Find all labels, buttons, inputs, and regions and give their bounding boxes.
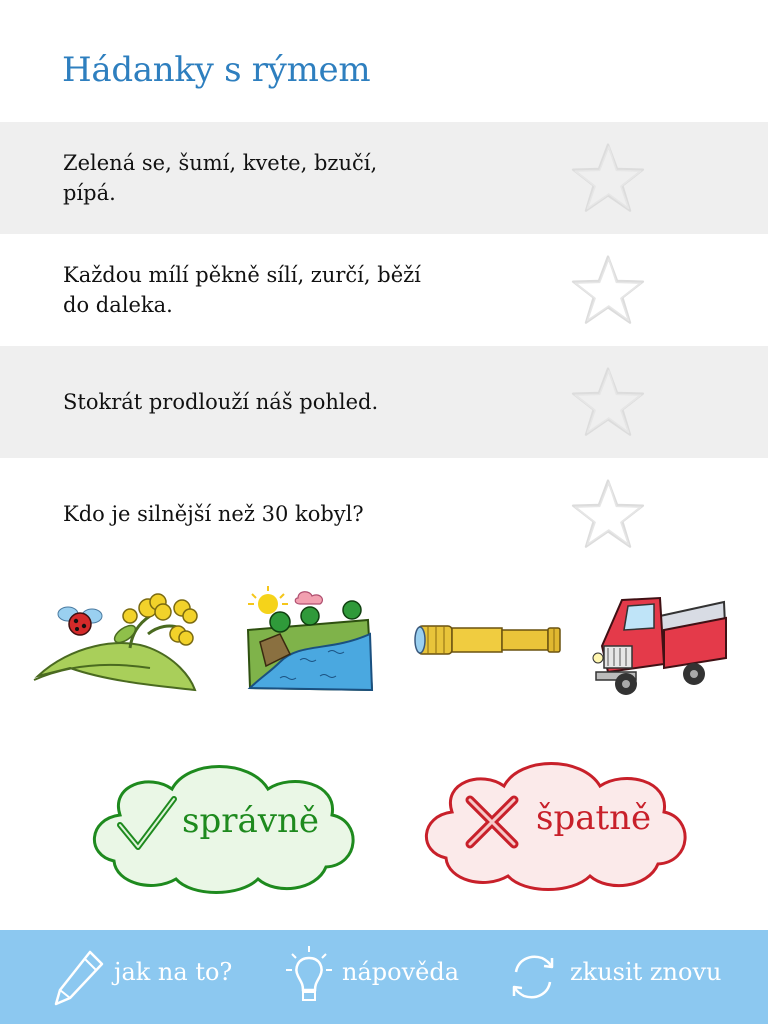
riddle-list: Zelená se, šumí, kvete, bzučí, pípá. Kaž… [0,122,768,570]
retry-label: zkusit znovu [570,958,722,986]
picture-choices [0,578,768,708]
riddle-row-3[interactable]: Stokrát prodlouží náš pohled. [0,346,768,458]
riddle-text: Stokrát prodlouží náš pohled. [63,390,379,414]
retry-button[interactable]: zkusit znovu [508,930,738,1024]
hint-label: nápověda [342,958,460,986]
checkmark-icon [117,796,177,850]
refresh-icon [512,955,554,999]
wrong-button[interactable]: špatně [412,752,694,896]
riddle-text: Kdo je silnější než 30 kobyl? [63,502,364,526]
star-icon [571,479,645,548]
hint-button[interactable]: nápověda [284,930,474,1024]
riddle-text: Zelená se, šumí, kvete, bzučí, pípá. [63,151,378,205]
lightbulb-icon [286,946,332,1001]
riddle-text: Každou mílí pěkně sílí, zurčí, běží do d… [63,263,421,317]
pencil-icon [54,950,104,1006]
bottom-toolbar: jak na to? nápověda zkusit znovu [0,930,768,1024]
wrong-label: špatně [536,798,652,838]
howto-label: jak na to? [114,958,233,986]
star-icon [571,255,645,324]
star-icon [571,143,645,212]
correct-button[interactable]: správně [80,755,362,899]
howto-button[interactable]: jak na to? [52,930,252,1024]
star-icon [571,367,645,436]
cross-icon [465,795,519,849]
correct-label: správně [182,801,319,841]
red-truck-picture[interactable] [592,588,732,698]
page-title: Hádanky s rýmem [62,50,371,90]
meadow-ladybug-flower-picture[interactable] [30,586,200,698]
riddle-row-4[interactable]: Kdo je silnější než 30 kobyl? [0,458,768,570]
riddle-row-2[interactable]: Každou mílí pěkně sílí, zurčí, běží do d… [0,234,768,346]
riddle-row-1[interactable]: Zelená se, šumí, kvete, bzučí, pípá. [0,122,768,234]
river-landscape-picture[interactable] [240,582,378,694]
spyglass-picture[interactable] [414,614,566,664]
